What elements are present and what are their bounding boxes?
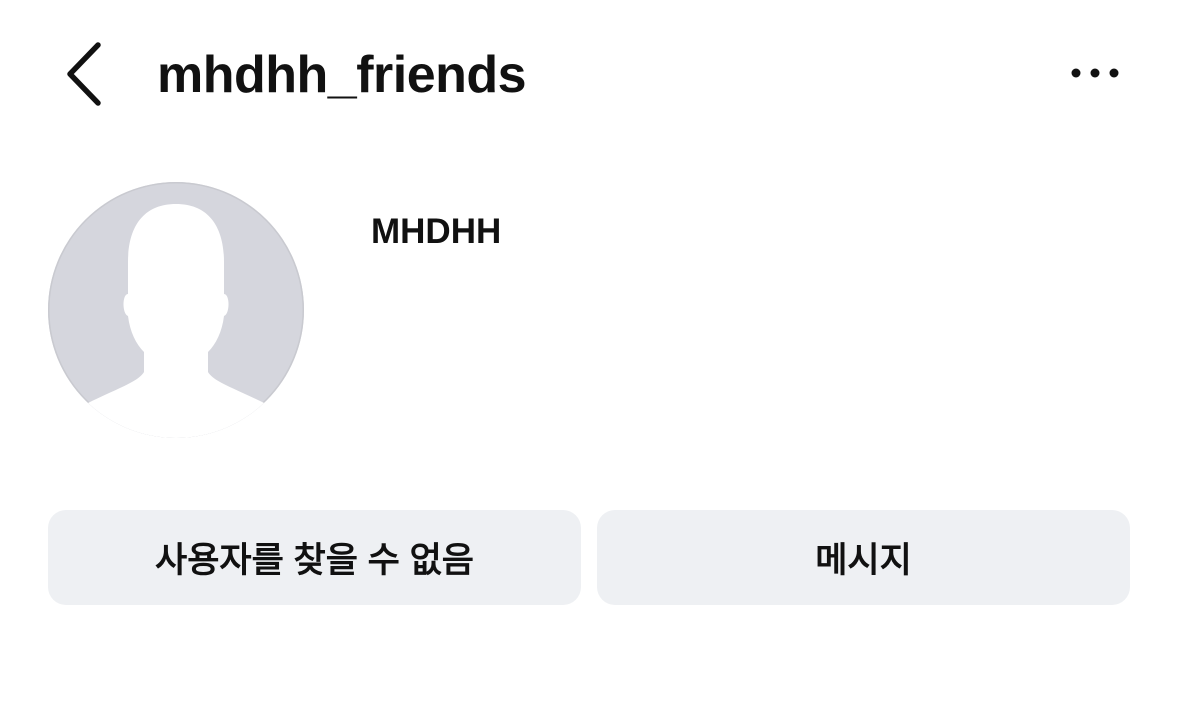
profile-avatar[interactable] xyxy=(48,182,304,438)
default-avatar-silhouette-icon xyxy=(86,204,266,438)
message-button[interactable]: 메시지 xyxy=(597,510,1130,605)
profile-display-name: MHDHH xyxy=(371,212,502,251)
chevron-left-icon xyxy=(64,41,104,112)
more-options-button[interactable] xyxy=(1060,50,1130,100)
user-not-found-button[interactable]: 사용자를 찾을 수 없음 xyxy=(48,510,581,605)
back-button[interactable] xyxy=(52,36,116,116)
profile-screen: mhdhh_friends MHDHH 사용자를 찾을 수 없음 메시지 xyxy=(0,0,1179,727)
page-title-username: mhdhh_friends xyxy=(157,46,527,104)
more-horizontal-icon xyxy=(1070,66,1120,84)
top-navigation-bar: mhdhh_friends xyxy=(0,0,1179,150)
